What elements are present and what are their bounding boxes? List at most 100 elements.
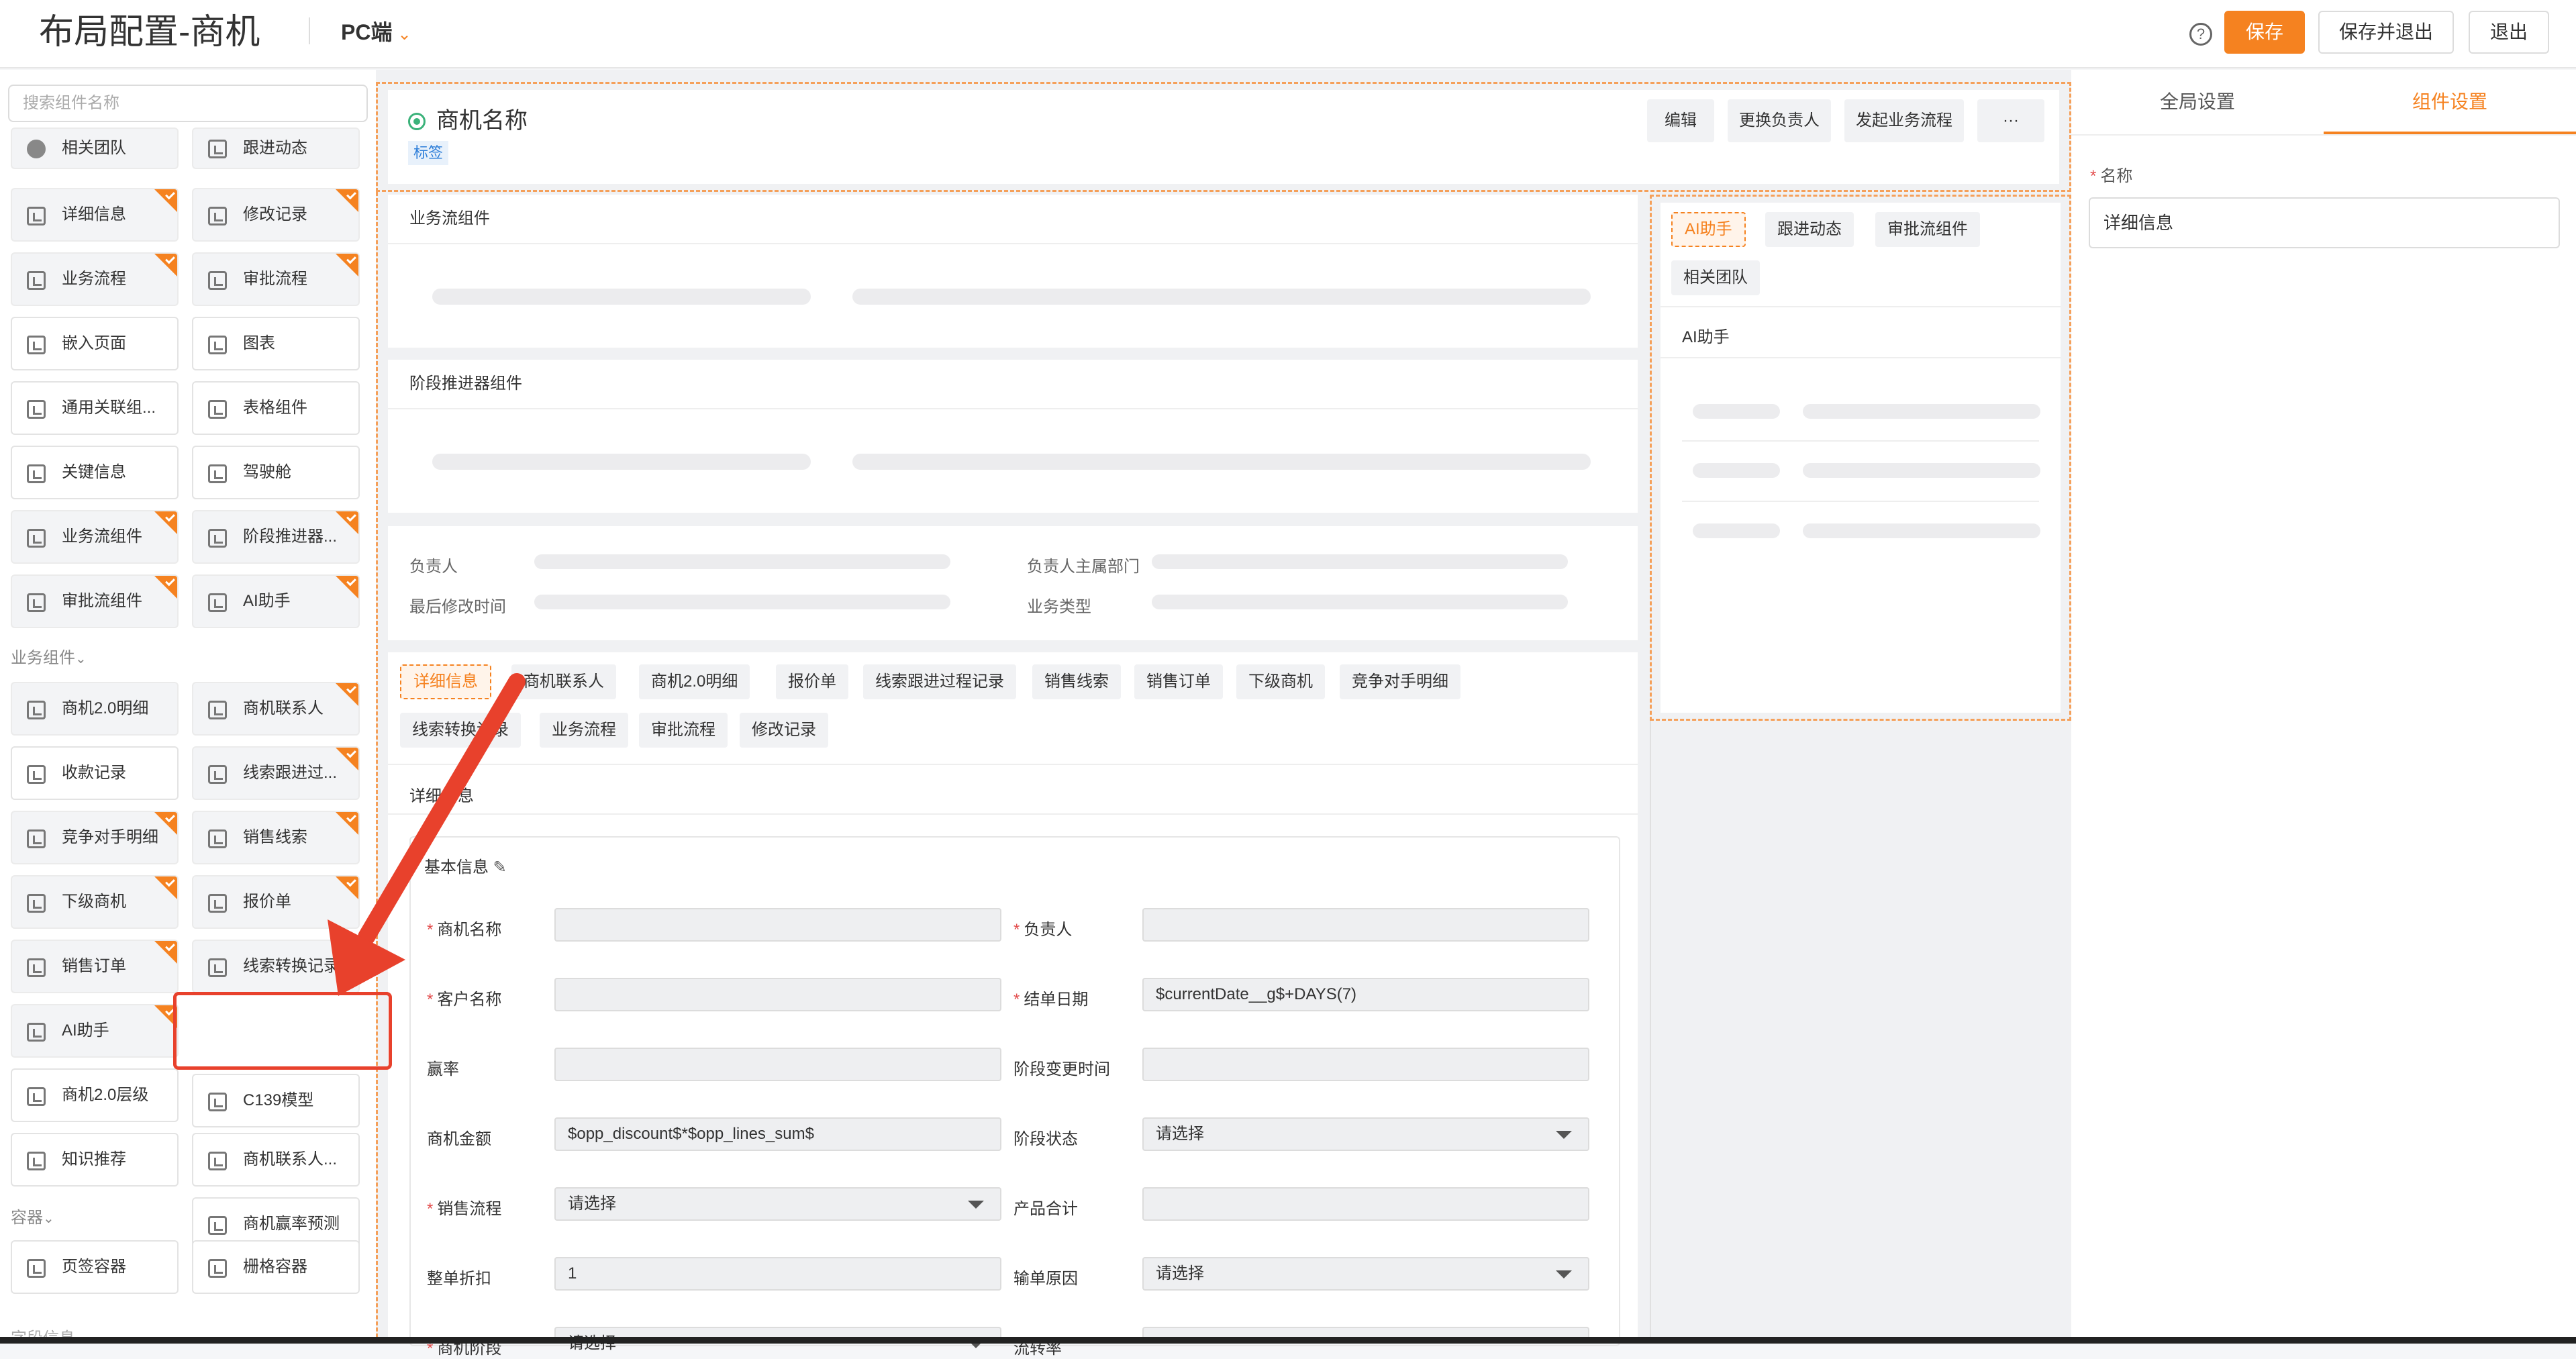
tab-item[interactable]: 业务流程 bbox=[540, 713, 628, 748]
component-item[interactable]: 审批流程 bbox=[192, 252, 360, 306]
component-item[interactable]: 收款记录 bbox=[11, 746, 179, 800]
side-tab-item[interactable]: 跟进动态 bbox=[1765, 212, 1854, 247]
component-icon bbox=[27, 894, 46, 913]
search-input[interactable]: 搜索组件名称 bbox=[8, 85, 368, 122]
component-name-input[interactable]: 详细信息 bbox=[2089, 197, 2560, 248]
component-item[interactable]: 线索转换记录 bbox=[192, 940, 360, 993]
tab-item[interactable]: 销售订单 bbox=[1134, 664, 1223, 699]
tab-item[interactable]: 审批流程 bbox=[639, 713, 728, 748]
used-corner-icon bbox=[154, 812, 177, 835]
component-item[interactable]: 跟进动态 bbox=[192, 128, 360, 169]
form-input[interactable]: $opp_discount$*$opp_lines_sum$ bbox=[554, 1117, 1001, 1151]
tab-detail-info[interactable]: 详细信息 bbox=[400, 664, 491, 699]
side-tab-card[interactable]: AI助手 跟进动态 审批流组件 相关团队 AI助手 bbox=[1661, 203, 2061, 713]
form-input[interactable] bbox=[554, 1048, 1001, 1081]
tab-item[interactable]: 商机2.0明细 bbox=[639, 664, 750, 699]
component-item[interactable]: AI助手 bbox=[11, 1004, 179, 1058]
component-item[interactable]: 嵌入页面 bbox=[11, 317, 179, 370]
tab-global-settings[interactable]: 全局设置 bbox=[2071, 70, 2324, 134]
form-input[interactable]: 1 bbox=[554, 1257, 1001, 1291]
change-owner-button[interactable]: 更换负责人 bbox=[1728, 99, 1831, 142]
form-select[interactable]: 请选择 bbox=[554, 1187, 1001, 1221]
skeleton-bar bbox=[1693, 463, 1780, 478]
form-input[interactable] bbox=[1142, 1187, 1589, 1221]
component-item[interactable]: 报价单 bbox=[192, 875, 360, 929]
form-select[interactable]: 请选择 bbox=[1142, 1117, 1589, 1151]
component-label: 线索跟进过... bbox=[243, 764, 338, 782]
group-label: 容器 bbox=[11, 1209, 43, 1227]
chevron-down-icon: ⌄ bbox=[75, 652, 87, 666]
record-header-card[interactable]: 商机名称 标签 编辑 更换负责人 发起业务流程 ··· bbox=[388, 90, 2059, 184]
group-container-header[interactable]: 容器⌄ bbox=[11, 1204, 54, 1227]
side-tab-ai[interactable]: AI助手 bbox=[1671, 212, 1746, 247]
divider bbox=[1682, 440, 2039, 442]
component-item[interactable]: 竞争对手明细 bbox=[11, 811, 179, 864]
component-item[interactable]: AI助手 bbox=[192, 574, 360, 628]
exit-button[interactable]: 退出 bbox=[2469, 11, 2549, 54]
help-icon[interactable]: ? bbox=[2189, 23, 2212, 46]
component-icon bbox=[208, 140, 227, 158]
side-tab-item[interactable]: 审批流组件 bbox=[1875, 212, 1980, 247]
component-item[interactable]: 图表 bbox=[192, 317, 360, 370]
key-field-label: 负责人 bbox=[409, 558, 458, 576]
component-item[interactable]: 详细信息 bbox=[11, 188, 179, 242]
form-field-label-text: 赢率 bbox=[427, 1060, 459, 1078]
component-icon bbox=[27, 593, 46, 612]
record-name: 商机名称 bbox=[436, 108, 528, 134]
form-input[interactable] bbox=[554, 908, 1001, 942]
component-item[interactable]: 页签容器 bbox=[11, 1240, 179, 1294]
component-item[interactable]: 商机联系人 bbox=[192, 682, 360, 736]
tab-item[interactable]: 线索转换记录 bbox=[400, 713, 521, 748]
component-item[interactable]: 销售订单 bbox=[11, 940, 179, 993]
tab-item[interactable]: 报价单 bbox=[776, 664, 848, 699]
used-corner-icon bbox=[154, 254, 177, 276]
edit-button[interactable]: 编辑 bbox=[1647, 99, 1714, 142]
save-button[interactable]: 保存 bbox=[2224, 11, 2305, 54]
component-item[interactable]: 商机联系人... bbox=[192, 1133, 360, 1187]
side-tab-item[interactable]: 相关团队 bbox=[1671, 260, 1760, 295]
form-input[interactable] bbox=[1142, 908, 1589, 942]
tab-item[interactable]: 竞争对手明细 bbox=[1340, 664, 1460, 699]
tab-item[interactable]: 商机联系人 bbox=[511, 664, 616, 699]
component-item[interactable]: 审批流组件 bbox=[11, 574, 179, 628]
property-panel: 全局设置 组件设置 * 名称 详细信息 bbox=[2071, 70, 2576, 1344]
component-item[interactable]: 表格组件 bbox=[192, 381, 360, 435]
component-item[interactable]: 通用关联组... bbox=[11, 381, 179, 435]
component-item[interactable]: 商机2.0层级 bbox=[11, 1068, 179, 1122]
form-field-label-text: 客户名称 bbox=[437, 991, 502, 1009]
tab-item[interactable]: 下级商机 bbox=[1236, 664, 1325, 699]
component-item[interactable]: 业务流组件 bbox=[11, 510, 179, 564]
component-item[interactable]: 修改记录 bbox=[192, 188, 360, 242]
tab-item[interactable]: 销售线索 bbox=[1032, 664, 1121, 699]
component-item[interactable]: 销售线索 bbox=[192, 811, 360, 864]
component-item[interactable]: 下级商机 bbox=[11, 875, 179, 929]
component-item[interactable]: 相关团队 bbox=[11, 128, 179, 169]
flow-component-card[interactable]: 业务流组件 bbox=[388, 195, 1638, 348]
key-info-card[interactable]: 负责人 负责人主属部门 最后修改时间 业务类型 bbox=[388, 526, 1638, 640]
component-item[interactable]: 栅格容器 bbox=[192, 1240, 360, 1294]
more-icon[interactable]: ··· bbox=[1977, 99, 2044, 142]
form-input[interactable]: $currentDate__g$+DAYS(7) bbox=[1142, 978, 1589, 1011]
tab-item[interactable]: 修改记录 bbox=[740, 713, 828, 748]
skeleton-bar bbox=[1693, 523, 1780, 538]
platform-selector[interactable]: PC端 ⌄ bbox=[341, 16, 411, 51]
start-flow-button[interactable]: 发起业务流程 bbox=[1844, 99, 1964, 142]
component-item[interactable]: 关键信息 bbox=[11, 446, 179, 499]
form-input[interactable] bbox=[554, 978, 1001, 1011]
component-item[interactable]: 知识推荐 bbox=[11, 1133, 179, 1187]
component-item[interactable]: 线索跟进过... bbox=[192, 746, 360, 800]
tab-item[interactable]: 线索跟进过程记录 bbox=[863, 664, 1016, 699]
group-business-header[interactable]: 业务组件⌄ bbox=[11, 644, 87, 668]
component-item[interactable]: 阶段推进器... bbox=[192, 510, 360, 564]
form-input[interactable] bbox=[1142, 1048, 1589, 1081]
component-item[interactable]: 驾驶舱 bbox=[192, 446, 360, 499]
component-icon bbox=[27, 1152, 46, 1170]
component-icon bbox=[27, 701, 46, 719]
save-exit-button[interactable]: 保存并退出 bbox=[2318, 11, 2454, 54]
form-select[interactable]: 请选择 bbox=[1142, 1257, 1589, 1291]
stage-component-card[interactable]: 阶段推进器组件 bbox=[388, 360, 1638, 513]
component-item[interactable]: 业务流程 bbox=[11, 252, 179, 306]
component-item[interactable]: 商机2.0明细 bbox=[11, 682, 179, 736]
tab-component-settings[interactable]: 组件设置 bbox=[2324, 70, 2576, 134]
component-item-c139[interactable]: C139模型 bbox=[192, 1074, 360, 1127]
